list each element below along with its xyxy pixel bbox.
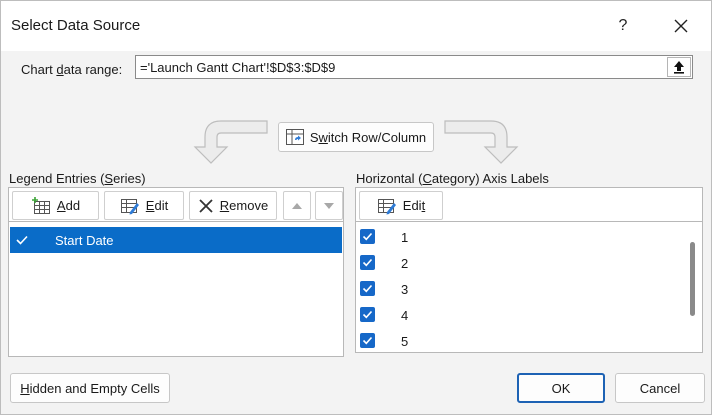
legend-entries-label: Legend Entries (Series)	[9, 171, 146, 186]
edit-table-icon	[120, 198, 139, 214]
remove-series-label: Remove	[219, 198, 269, 213]
triangle-down-icon	[324, 202, 334, 209]
hidden-empty-cells-label: Hidden and Empty Cells	[20, 380, 160, 396]
list-item-label: 3	[401, 282, 409, 297]
list-item-label: 5	[401, 334, 409, 349]
checkbox[interactable]	[360, 333, 375, 348]
edit-series-button[interactable]: Edit	[104, 191, 184, 220]
checkbox[interactable]	[360, 255, 375, 270]
series-listbox[interactable]: Start Date	[8, 221, 344, 357]
axis-toolbar: Edit	[355, 187, 703, 221]
help-button[interactable]: ?	[603, 9, 643, 43]
remove-series-button[interactable]: Remove	[189, 191, 277, 220]
checkbox[interactable]	[360, 281, 375, 296]
add-series-button[interactable]: Add	[12, 191, 99, 220]
list-item-label: 4	[401, 308, 409, 323]
curved-arrow-left-icon	[193, 120, 268, 164]
list-item[interactable]: 3	[356, 276, 686, 302]
edit-axis-labels-button[interactable]: Edit	[359, 191, 443, 220]
checkmark-icon	[362, 284, 373, 293]
remove-x-icon	[199, 198, 213, 213]
title-bar: Select Data Source ?	[1, 1, 711, 51]
dialog-title: Select Data Source	[11, 17, 141, 34]
close-icon	[674, 19, 688, 33]
list-item-label: 2	[401, 256, 409, 271]
checkmark-icon	[362, 336, 373, 345]
chart-data-range-label: Chart data range:	[21, 62, 123, 77]
checkbox[interactable]	[360, 307, 375, 322]
select-data-source-dialog: Select Data Source ? Chart data range: S…	[0, 0, 712, 415]
checkmark-icon[interactable]	[15, 233, 29, 247]
checkmark-icon	[362, 258, 373, 267]
list-item[interactable]: 5	[356, 328, 686, 354]
switch-row-column-label: Switch Row/Column	[309, 129, 427, 145]
axis-labels-listbox[interactable]: 1 2 3 4 5	[355, 221, 703, 353]
chart-data-range-input[interactable]	[135, 55, 693, 79]
list-item[interactable]: 1	[356, 224, 686, 250]
add-table-icon	[31, 196, 50, 214]
edit-series-label: Edit	[145, 198, 169, 213]
hidden-empty-cells-button[interactable]: Hidden and Empty Cells	[10, 373, 170, 403]
edit-axis-labels-label: Edit	[402, 198, 426, 213]
checkbox[interactable]	[360, 229, 375, 244]
series-name: Start Date	[55, 233, 114, 248]
switch-row-column-button[interactable]: Switch Row/Column	[278, 122, 434, 152]
series-item-start-date[interactable]: Start Date	[10, 227, 342, 253]
list-item[interactable]: 2	[356, 250, 686, 276]
close-button[interactable]	[661, 9, 701, 43]
list-item-label: 1	[401, 230, 409, 245]
collapse-dialog-icon	[674, 61, 684, 74]
add-series-label: Add	[56, 198, 81, 213]
switch-row-column-icon	[285, 129, 304, 145]
ok-button[interactable]: OK	[517, 373, 605, 403]
checkmark-icon	[362, 232, 373, 241]
move-down-button[interactable]	[315, 191, 343, 220]
curved-arrow-right-icon	[444, 120, 519, 164]
move-up-button[interactable]	[283, 191, 311, 220]
scrollbar-thumb[interactable]	[690, 242, 695, 316]
axis-labels-label: Horizontal (Category) Axis Labels	[356, 171, 549, 186]
checkmark-icon	[362, 310, 373, 319]
legend-toolbar: Add Edit Remove	[8, 187, 344, 221]
edit-table-icon	[377, 198, 396, 214]
triangle-up-icon	[292, 202, 302, 209]
list-item[interactable]: 4	[356, 302, 686, 328]
help-icon: ?	[618, 17, 628, 34]
cancel-button[interactable]: Cancel	[615, 373, 705, 403]
collapse-dialog-button[interactable]	[667, 57, 691, 77]
